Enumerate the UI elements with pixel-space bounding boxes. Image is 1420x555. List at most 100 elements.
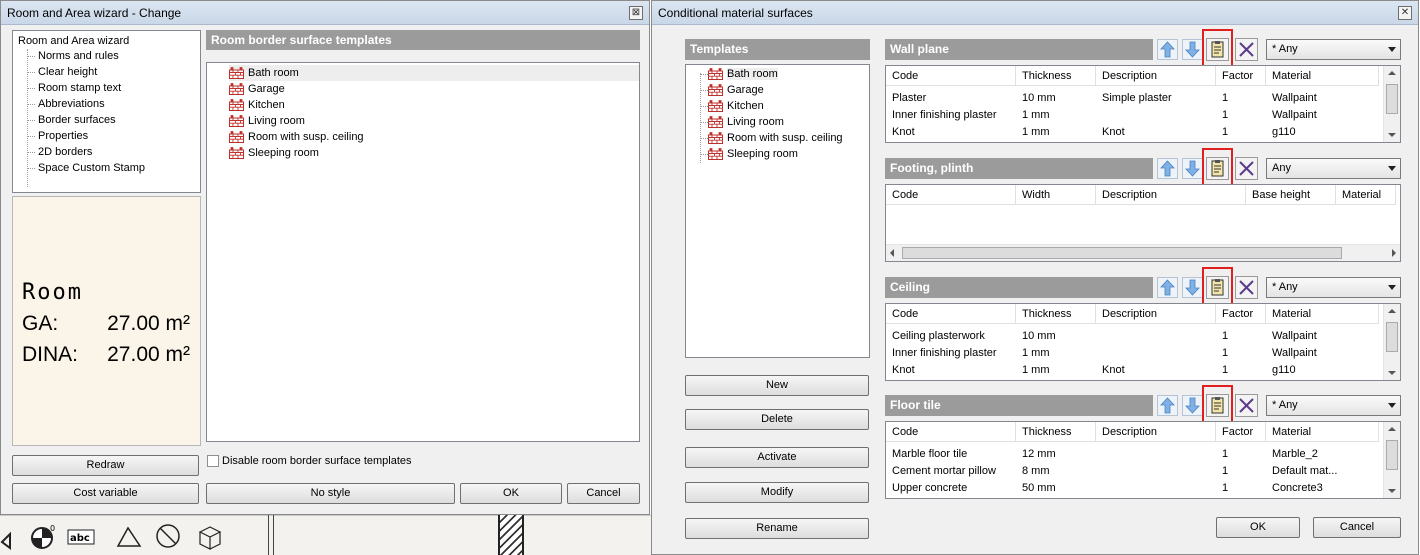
scroll-thumb[interactable] xyxy=(1386,440,1398,470)
scroll-up-icon[interactable] xyxy=(1388,71,1396,75)
column-header-code[interactable]: Code xyxy=(886,66,1016,86)
table-cell[interactable]: 8 mm xyxy=(1016,463,1102,480)
scroll-left-icon[interactable] xyxy=(890,249,894,257)
cost-variable-button[interactable]: Cost variable xyxy=(12,483,199,504)
column-header-factor[interactable]: Factor xyxy=(1216,66,1266,86)
table-cell[interactable]: 10 mm xyxy=(1016,328,1102,345)
column-header-description[interactable]: Description xyxy=(1096,66,1216,86)
table-cell[interactable]: 1 xyxy=(1216,107,1272,124)
column-header-base-height[interactable]: Base height xyxy=(1246,185,1336,205)
column-header-code[interactable]: Code xyxy=(886,185,1016,205)
scroll-thumb[interactable] xyxy=(1386,84,1398,114)
redraw-button[interactable]: Redraw xyxy=(12,455,199,476)
ok-button[interactable]: OK xyxy=(460,483,562,504)
template-item-kitchen[interactable]: Kitchen xyxy=(708,98,764,114)
scroll-thumb[interactable] xyxy=(1386,322,1398,352)
table-cell[interactable]: 1 mm xyxy=(1016,107,1102,124)
rename-button[interactable]: Rename xyxy=(685,518,869,539)
delete-x-icon[interactable] xyxy=(1235,276,1258,299)
table-cell[interactable]: Simple plaster xyxy=(1096,90,1222,107)
table-cell[interactable]: 1 mm xyxy=(1016,124,1102,141)
column-header-description[interactable]: Description xyxy=(1096,185,1246,205)
table-cell[interactable] xyxy=(1096,107,1222,124)
tree-item-2d-borders[interactable]: 2D borders xyxy=(38,144,92,160)
column-header-thickness[interactable]: Thickness xyxy=(1016,304,1096,324)
table-cell[interactable]: 10 mm xyxy=(1016,90,1102,107)
column-header-width[interactable]: Width xyxy=(1016,185,1096,205)
horizontal-scrollbar[interactable] xyxy=(886,244,1400,261)
close-button[interactable]: ✕ xyxy=(1398,6,1412,20)
arrow-down-icon[interactable] xyxy=(1182,39,1203,60)
table-cell[interactable]: 1 xyxy=(1216,90,1272,107)
target-origin-icon[interactable]: 0 xyxy=(28,522,58,552)
scroll-down-icon[interactable] xyxy=(1388,133,1396,137)
table-cell[interactable]: Knot xyxy=(1096,124,1222,141)
vertical-scrollbar[interactable] xyxy=(1383,66,1400,142)
template-item-bath-room[interactable]: Bath room xyxy=(708,66,778,82)
delete-button[interactable]: Delete xyxy=(685,409,869,430)
table-cell[interactable]: Knot xyxy=(886,362,1022,379)
arrow-down-icon[interactable] xyxy=(1182,158,1203,179)
table-cell[interactable] xyxy=(1096,345,1222,362)
table-cell[interactable]: 50 mm xyxy=(1016,480,1102,497)
scroll-right-icon[interactable] xyxy=(1392,249,1396,257)
table-cell[interactable]: Cement mortar pillow xyxy=(886,463,1022,480)
template-item-garage[interactable]: Garage xyxy=(708,82,764,98)
table-cell[interactable]: 12 mm xyxy=(1016,446,1102,463)
table-cell[interactable]: 1 mm xyxy=(1016,345,1102,362)
circle-pointer-icon[interactable] xyxy=(154,522,184,552)
new-button[interactable]: New xyxy=(685,375,869,396)
table-cell[interactable] xyxy=(1096,480,1222,497)
table-cell[interactable]: 1 xyxy=(1216,480,1272,497)
ok-button[interactable]: OK xyxy=(1216,517,1300,538)
arrow-up-icon[interactable] xyxy=(1157,158,1178,179)
table-cell[interactable]: Marble floor tile xyxy=(886,446,1022,463)
arrow-down-icon[interactable] xyxy=(1182,277,1203,298)
table-cell[interactable]: 1 mm xyxy=(1016,362,1102,379)
tree-root[interactable]: Room and Area wizard xyxy=(18,33,129,49)
column-header-code[interactable]: Code xyxy=(886,304,1016,324)
table-cell[interactable]: Knot xyxy=(1096,362,1222,379)
column-header-factor[interactable]: Factor xyxy=(1216,304,1266,324)
template-item-living-room[interactable]: Living room xyxy=(229,113,639,129)
modify-button[interactable]: Modify xyxy=(685,482,869,503)
filter-dropdown[interactable]: * Any xyxy=(1266,395,1401,416)
table-cell[interactable]: g110 xyxy=(1266,362,1385,379)
column-header-description[interactable]: Description xyxy=(1096,304,1216,324)
template-item-kitchen[interactable]: Kitchen xyxy=(229,97,639,113)
tree-item-space-custom-stamp[interactable]: Space Custom Stamp xyxy=(38,160,145,176)
tree-item-border-surfaces[interactable]: Border surfaces xyxy=(38,112,116,128)
table-cell[interactable]: Marble_2 xyxy=(1266,446,1385,463)
scroll-up-icon[interactable] xyxy=(1388,427,1396,431)
template-item-garage[interactable]: Garage xyxy=(229,81,639,97)
delete-x-icon[interactable] xyxy=(1235,394,1258,417)
arrow-down-icon[interactable] xyxy=(1182,395,1203,416)
vertical-scrollbar[interactable] xyxy=(1383,304,1400,380)
table-cell[interactable] xyxy=(1096,328,1222,345)
table-cell[interactable]: Inner finishing plaster xyxy=(886,107,1022,124)
angle-icon[interactable] xyxy=(114,522,144,552)
column-header-material[interactable]: Material xyxy=(1336,185,1396,205)
tree-item-room-stamp-text[interactable]: Room stamp text xyxy=(38,80,121,96)
table-cell[interactable]: Inner finishing plaster xyxy=(886,345,1022,362)
tree-item-properties[interactable]: Properties xyxy=(38,128,88,144)
tree-item-norms-and-rules[interactable]: Norms and rules xyxy=(38,48,119,64)
table-cell[interactable] xyxy=(1096,446,1222,463)
table-cell[interactable]: 1 xyxy=(1216,463,1272,480)
column-header-description[interactable]: Description xyxy=(1096,422,1216,442)
table-cell[interactable]: 1 xyxy=(1216,362,1272,379)
activate-button[interactable]: Activate xyxy=(685,447,869,468)
partial-tool-icon[interactable] xyxy=(0,522,30,552)
scroll-thumb[interactable] xyxy=(902,247,1342,259)
column-header-thickness[interactable]: Thickness xyxy=(1016,422,1096,442)
template-item-sleeping-room[interactable]: Sleeping room xyxy=(708,146,798,162)
delete-x-icon[interactable] xyxy=(1235,157,1258,180)
text-abc-icon[interactable]: abc xyxy=(66,522,96,552)
scroll-up-icon[interactable] xyxy=(1388,309,1396,313)
tree-item-abbreviations[interactable]: Abbreviations xyxy=(38,96,105,112)
table-cell[interactable]: Wallpaint xyxy=(1266,107,1385,124)
column-header-code[interactable]: Code xyxy=(886,422,1016,442)
column-header-factor[interactable]: Factor xyxy=(1216,422,1266,442)
table-cell[interactable]: Wallpaint xyxy=(1266,90,1385,107)
column-header-material[interactable]: Material xyxy=(1266,66,1379,86)
